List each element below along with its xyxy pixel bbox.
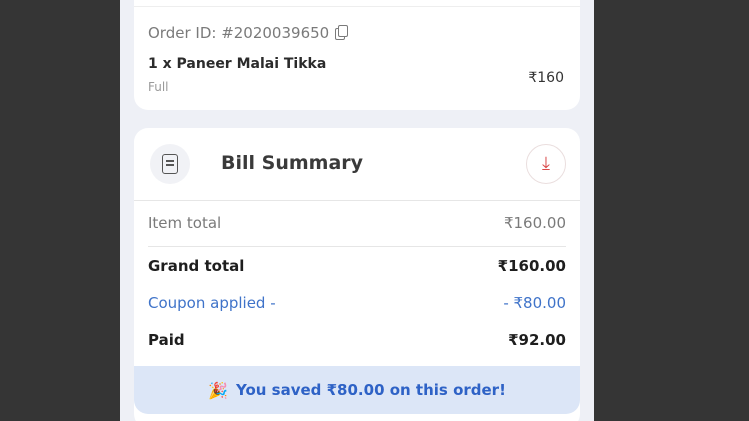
savings-text: You saved ₹80.00 on this order!	[235, 381, 506, 399]
item-total-label: Item total	[148, 214, 222, 232]
order-details-screen: Order ID: #2020039650 1 x Paneer Malai T…	[120, 0, 594, 421]
coupon-label: Coupon applied -	[148, 294, 276, 312]
coupon-row: Coupon applied - - ₹80.00	[148, 294, 566, 312]
order-id-row: Order ID: #2020039650	[148, 24, 349, 42]
download-icon: ⤓	[542, 153, 550, 174]
background-left	[0, 0, 120, 421]
order-item-variant: Full	[148, 80, 169, 94]
background-right	[594, 0, 749, 421]
bill-summary-title: Bill Summary	[221, 152, 364, 174]
paid-value: ₹92.00	[508, 331, 566, 349]
copy-icon[interactable]	[335, 25, 349, 40]
order-item-price: ₹160	[528, 70, 564, 86]
order-id: Order ID: #2020039650	[148, 24, 330, 42]
party-popper-icon: 🎉	[208, 380, 228, 400]
document-icon	[162, 154, 178, 174]
bill-summary-header: Bill Summary ⤓	[134, 128, 580, 201]
item-total-value: ₹160.00	[503, 214, 566, 232]
grand-total-value: ₹160.00	[497, 257, 566, 275]
download-invoice-button[interactable]: ⤓	[526, 144, 566, 184]
grand-total-row: Grand total ₹160.00	[148, 257, 566, 275]
bill-summary-card: Bill Summary ⤓ Item total ₹160.00 Grand …	[134, 128, 580, 421]
order-card: Order ID: #2020039650 1 x Paneer Malai T…	[134, 0, 580, 110]
coupon-value: - ₹80.00	[503, 294, 566, 312]
paid-label: Paid	[148, 331, 185, 349]
grand-total-label: Grand total	[148, 257, 245, 275]
divider	[148, 246, 566, 247]
savings-banner: 🎉 You saved ₹80.00 on this order!	[134, 361, 580, 414]
order-item-name: 1 x Paneer Malai Tikka	[148, 56, 327, 72]
bill-icon-wrap	[150, 144, 190, 184]
paid-row: Paid ₹92.00	[148, 331, 566, 349]
item-total-row: Item total ₹160.00	[148, 214, 566, 232]
divider	[134, 6, 580, 7]
